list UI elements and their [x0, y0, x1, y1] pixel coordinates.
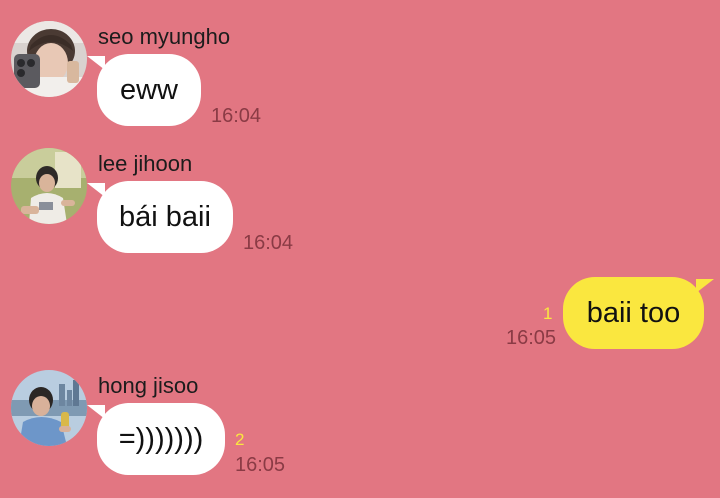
profile-photo-icon: [11, 148, 87, 224]
avatar-hong-jisoo[interactable]: [11, 370, 87, 446]
sender-name: lee jihoon: [98, 151, 193, 176]
chat-conversation: seo myungho eww 16:04 lee jihoon bái bai…: [0, 0, 720, 498]
message-bubble[interactable]: baii too: [563, 277, 714, 349]
message-timestamp: 16:05: [235, 454, 286, 476]
unread-count: 2: [235, 430, 245, 449]
message-timestamp: 16:05: [506, 327, 557, 349]
message-timestamp: 16:04: [243, 232, 294, 254]
sender-name: seo myungho: [98, 24, 231, 49]
sender-name: hong jisoo: [98, 373, 199, 398]
profile-photo-icon: [11, 21, 87, 97]
avatar-seo-myungho[interactable]: [11, 21, 87, 97]
message-timestamp: 16:04: [211, 105, 262, 127]
message-bubble[interactable]: eww: [87, 54, 201, 126]
message-bubble[interactable]: =))))))): [87, 403, 225, 475]
message-bubble[interactable]: bái baii: [87, 181, 233, 253]
avatar-lee-jihoon[interactable]: [11, 148, 87, 224]
profile-photo-icon: [11, 370, 87, 446]
unread-count: 1: [543, 304, 553, 323]
